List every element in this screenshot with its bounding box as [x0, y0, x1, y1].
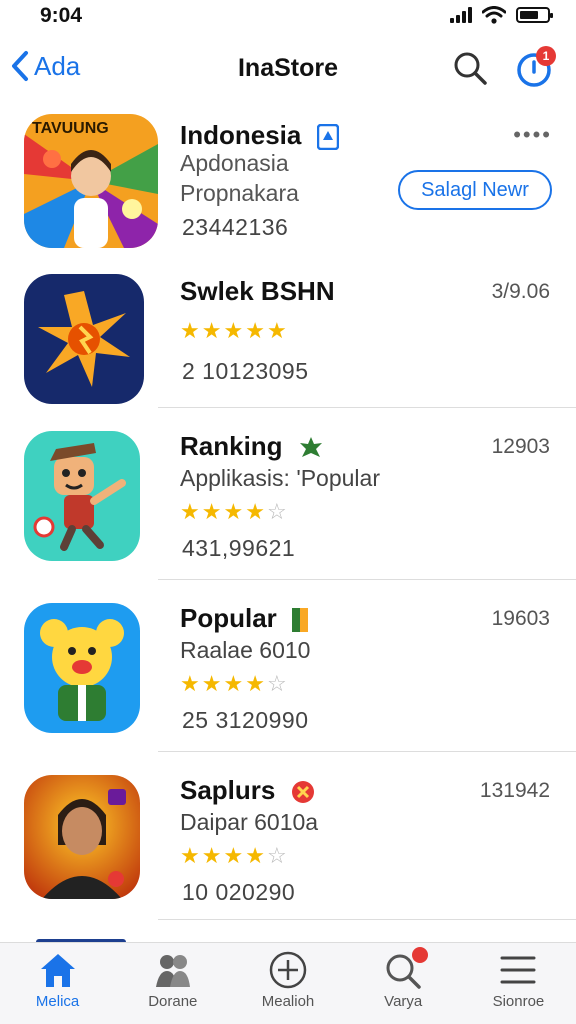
app-count: 10 020290	[182, 879, 296, 905]
star-filled-icon: ★	[223, 318, 244, 343]
app-row[interactable]: Swlek BSHN 3/9.06 ★ ★ ★ ★ ★ 2 10123095	[0, 254, 576, 409]
featured-line-1: Apdonasia	[180, 150, 289, 176]
divider	[158, 751, 576, 752]
app-metric: 3/9.06	[491, 280, 550, 303]
status-bar: 9:04	[0, 0, 576, 30]
star-filled-icon: ★	[223, 499, 244, 524]
people-icon	[155, 955, 190, 987]
notifications-button[interactable]: 1	[514, 46, 556, 88]
badge-icon	[291, 781, 314, 804]
app-metric: 19603	[491, 607, 550, 630]
tab-search[interactable]: Varya	[346, 943, 461, 1024]
page-title: InaStore	[237, 54, 339, 82]
app-name: Saplurs	[180, 775, 315, 806]
featured-icon-text: TAVUUNG	[32, 120, 109, 137]
rating-stars: ★ ★ ★ ★ ☆	[180, 499, 287, 525]
verified-icon	[316, 124, 339, 151]
star-filled-icon: ★	[201, 499, 222, 524]
star-filled-icon: ★	[201, 671, 222, 696]
app-count: 25 3120990	[182, 707, 309, 733]
battery-icon	[516, 7, 553, 23]
app-icon[interactable]	[24, 603, 140, 733]
star-empty-icon: ☆	[266, 499, 287, 524]
star-filled-icon: ★	[180, 843, 200, 868]
featured-app-icon[interactable]: TAVUUNG	[24, 114, 158, 248]
app-icon[interactable]	[24, 274, 144, 404]
featured-action-button[interactable]: Salagl Newr	[398, 170, 552, 210]
app-row[interactable]: Ranking 12903 Applikasis: 'Popular ★ ★ ★ ★ ☆…	[0, 409, 576, 581]
tab-label: Mealioh	[261, 993, 315, 1010]
leaf-icon	[299, 437, 322, 458]
featured-line-2: Propnakara	[180, 180, 299, 206]
app-name: Ranking	[180, 431, 324, 462]
tab-notification-dot	[411, 947, 428, 963]
app-metric: 12903	[491, 435, 550, 458]
flag-icon	[292, 608, 309, 633]
star-filled-icon: ★	[245, 843, 265, 868]
star-filled-icon: ★	[223, 843, 244, 868]
app-row[interactable]: Popular 19603 Raalae 6010 ★ ★ ★ ★ ☆ 25 31209…	[0, 581, 576, 753]
divider	[158, 579, 576, 580]
star-filled-icon: ★	[266, 318, 287, 343]
app-icon[interactable]	[24, 775, 140, 899]
app-name: Swlek BSHN	[180, 276, 335, 306]
app-subtitle: Raalae 6010	[180, 637, 311, 663]
rating-stars: ★ ★ ★ ★ ☆	[180, 671, 287, 697]
star-filled-icon: ★	[245, 671, 265, 696]
star-filled-icon: ★	[201, 318, 222, 343]
app-metric: 131942	[479, 779, 550, 802]
star-filled-icon: ★	[223, 671, 244, 696]
app-icon[interactable]	[24, 431, 140, 561]
star-filled-icon: ★	[201, 843, 222, 868]
divider	[158, 919, 576, 920]
star-filled-icon: ★	[180, 499, 200, 524]
menu-icon	[500, 956, 536, 984]
tab-label: Sionroe	[492, 993, 545, 1010]
plus-circle-icon	[269, 951, 307, 989]
search-icon[interactable]	[452, 50, 488, 86]
notification-badge: 1	[536, 46, 556, 66]
rating-stars: ★ ★ ★ ★ ☆	[180, 843, 287, 869]
featured-app-name: Indonesia	[180, 120, 339, 151]
tab-bar: Melica Dorane Mealioh Varya Sionroe	[0, 942, 576, 1024]
star-filled-icon: ★	[180, 318, 200, 343]
nav-bar: Ada InaStore 1	[0, 40, 576, 96]
home-icon	[40, 954, 75, 987]
app-row[interactable]: Saplurs 131942 Daipar 6010a ★ ★ ★ ★ ☆ 10 020…	[0, 753, 576, 921]
app-name: Popular	[180, 603, 309, 634]
status-time: 9:04	[40, 4, 83, 27]
featured-count: 23442136	[182, 214, 289, 240]
app-subtitle: Applikasis: 'Popular	[180, 465, 380, 491]
app-list: TAVUUNG Indonesia •••• Apdonasia Propnak…	[0, 106, 576, 921]
divider	[158, 407, 576, 408]
star-filled-icon: ★	[245, 318, 265, 343]
star-empty-icon: ☆	[266, 843, 287, 868]
tab-people[interactable]: Dorane	[115, 943, 230, 1024]
tab-menu[interactable]: Sionroe	[461, 943, 576, 1024]
star-filled-icon: ★	[245, 499, 265, 524]
more-options-button[interactable]: ••••	[513, 122, 552, 148]
app-subtitle: Daipar 6010a	[180, 809, 319, 835]
star-filled-icon: ★	[180, 671, 200, 696]
wifi-icon	[482, 6, 506, 24]
tab-label: Dorane	[148, 993, 198, 1010]
rating-stars: ★ ★ ★ ★ ★	[180, 318, 287, 344]
featured-app-row[interactable]: TAVUUNG Indonesia •••• Apdonasia Propnak…	[0, 106, 576, 254]
tab-label: Varya	[384, 993, 423, 1010]
signal-icon	[450, 7, 472, 23]
status-icons	[450, 6, 553, 24]
tab-label: Melica	[35, 993, 80, 1010]
tab-add[interactable]: Mealioh	[230, 943, 345, 1024]
app-count: 431,99621	[182, 535, 296, 561]
app-count: 2 10123095	[182, 358, 309, 384]
tab-home[interactable]: Melica	[0, 943, 115, 1024]
star-empty-icon: ☆	[266, 671, 287, 696]
